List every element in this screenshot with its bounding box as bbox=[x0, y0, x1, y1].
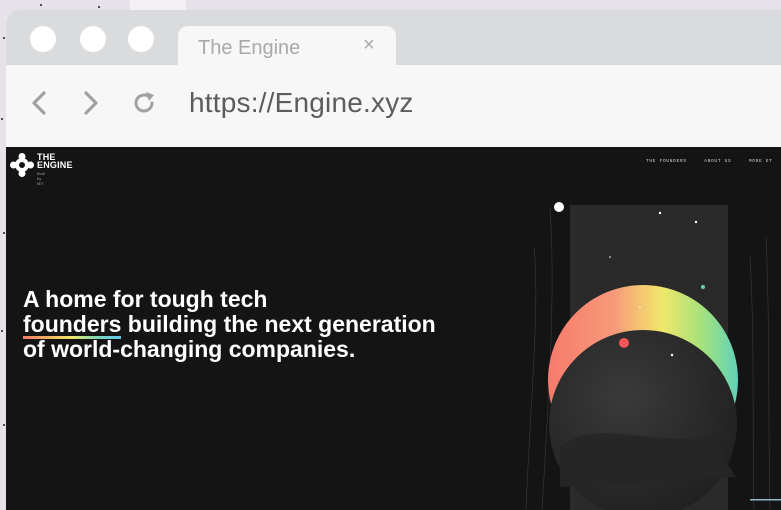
background-speck bbox=[1, 118, 3, 120]
background-speck bbox=[3, 37, 5, 39]
engine-logo-icon bbox=[10, 153, 34, 177]
window-close-dot[interactable] bbox=[30, 26, 56, 52]
founders-link[interactable]: founders bbox=[23, 311, 122, 339]
background-speck bbox=[3, 232, 5, 234]
back-arrow-icon[interactable] bbox=[26, 89, 54, 117]
background-block bbox=[130, 0, 186, 10]
tab-title: The Engine bbox=[198, 37, 301, 59]
hero-headline: A home for tough tech founders building … bbox=[23, 286, 436, 362]
logo-wordmark: THE ENGINE bbox=[37, 152, 73, 170]
background-speck bbox=[1, 330, 3, 332]
window-minimize-dot[interactable] bbox=[80, 26, 106, 52]
browser-window: The Engine × https://Engine.xyz THE ENGI… bbox=[6, 10, 781, 510]
background-speck bbox=[98, 6, 100, 8]
url-text[interactable]: https://Engine.xyz bbox=[189, 87, 414, 119]
logo-subtitle: Built by MIT bbox=[37, 171, 45, 186]
forward-arrow-icon[interactable] bbox=[76, 89, 104, 117]
reload-icon[interactable] bbox=[130, 89, 158, 117]
background-speck bbox=[3, 424, 5, 426]
background-speck bbox=[40, 4, 42, 6]
browser-tab[interactable]: The Engine × bbox=[178, 26, 396, 66]
web-page: THE ENGINE Built by MIT THE FOUNDERS ABO… bbox=[6, 147, 781, 510]
navigation-bar: https://Engine.xyz bbox=[6, 65, 781, 145]
tab-close-icon[interactable]: × bbox=[363, 34, 375, 57]
window-maximize-dot[interactable] bbox=[128, 26, 154, 52]
tab-bar: The Engine × bbox=[6, 10, 781, 66]
hero-illustration bbox=[525, 202, 781, 510]
